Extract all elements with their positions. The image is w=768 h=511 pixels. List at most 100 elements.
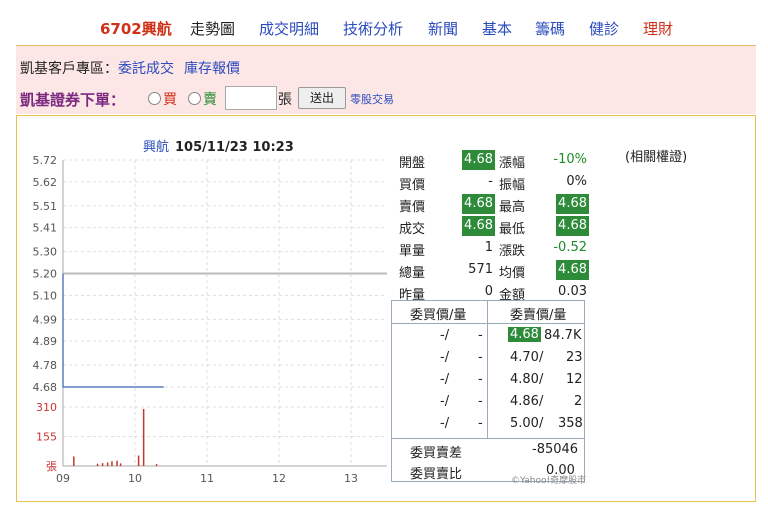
ratio-label: 委買賣比: [410, 467, 463, 482]
ask-header: 委賣價/量: [510, 308, 567, 323]
chg-pct-value: -10%: [553, 152, 587, 167]
change-value: -0.52: [553, 240, 587, 255]
bid-header: 委買價/量: [410, 308, 467, 323]
bid-vol-2: -: [478, 350, 483, 365]
oddlot-link[interactable]: 零股交易: [350, 91, 394, 107]
ask-vol-1: 84.7K: [544, 328, 582, 343]
ask-price-1: 4.68: [508, 327, 541, 342]
price-tick-label: 5.62: [33, 176, 58, 189]
low-value: 4.68: [556, 216, 589, 236]
time-tick-label: 13: [344, 472, 358, 485]
bid-label: 買價: [399, 178, 426, 193]
intraday-chart: 5.72 5.62 5.51 5.41 5.30 5.20 5.10 4.99 4.89 4.78…: [33, 154, 387, 485]
stock-title[interactable]: 6702興航: [100, 18, 172, 39]
amount-value: 0.03: [558, 284, 587, 299]
price-tick-label: 4.99: [33, 313, 58, 326]
bid-price-2: -/: [440, 350, 450, 365]
price-tick-label: 5.10: [33, 289, 58, 302]
time-tick-label: 09: [56, 472, 70, 485]
buy-radio[interactable]: [148, 92, 161, 105]
order-title: 凱基證券下單：: [20, 91, 126, 109]
bid-vol-3: -: [478, 372, 483, 387]
nav-news[interactable]: 新聞: [428, 18, 458, 39]
nav-trades[interactable]: 成交明細: [259, 18, 319, 39]
price-line: [62, 273, 164, 388]
ask-price-4: 4.86/: [510, 394, 544, 409]
tickvol-label: 單量: [399, 244, 426, 259]
last-value: 4.68: [462, 216, 495, 236]
chart-header: 興航 105/11/23 10:23: [143, 136, 294, 155]
bid-price-1: -/: [440, 328, 450, 343]
orders-link[interactable]: 委託成交: [118, 61, 174, 77]
price-tick-label: 5.72: [33, 154, 58, 167]
inventory-link[interactable]: 庫存報價: [184, 61, 240, 77]
volume-value: 571: [468, 262, 493, 277]
ask-vol-5: 358: [558, 416, 583, 431]
time-tick-label: 10: [128, 472, 142, 485]
book-footer-divider: [392, 438, 584, 439]
breadcrumb: 凱基客戶專區：委託成交 庫存報價: [20, 58, 240, 78]
breadcrumb-prefix: 凱基客戶專區：: [20, 61, 118, 77]
order-book: 委買價/量 委賣價/量 -/ - 4.68 84.7K -/ - 4.70/ 2…: [391, 300, 585, 482]
last-label: 成交: [399, 222, 426, 237]
open-value: 4.68: [462, 150, 495, 170]
amp-label: 振幅: [499, 178, 526, 193]
tickvol-value: 1: [484, 240, 493, 255]
price-tick-label: 4.68: [33, 381, 58, 394]
chart-datetime: 105/11/23 10:23: [175, 140, 294, 155]
bid-price-5: -/: [440, 416, 450, 431]
nav-trend[interactable]: 走勢圖: [190, 18, 235, 39]
nav-checkup[interactable]: 健診: [589, 18, 619, 39]
send-button[interactable]: 送出: [298, 87, 346, 109]
chart-stock-name[interactable]: 興航: [143, 140, 169, 155]
amp-value: 0%: [566, 174, 587, 189]
volume-label: 總量: [399, 266, 426, 281]
ask-price-5: 5.00/: [510, 416, 544, 431]
ask-price-3: 4.80/: [510, 372, 544, 387]
price-tick-label: 5.41: [33, 222, 58, 235]
sell-label[interactable]: 賣: [203, 89, 217, 109]
related-warrants-link[interactable]: (相關權證): [625, 146, 687, 165]
bid-price-3: -/: [440, 372, 450, 387]
chg-pct-label: 漲幅: [499, 156, 526, 171]
book-column-divider: [487, 301, 488, 438]
avg-label: 均價: [499, 266, 526, 281]
low-label: 最低: [499, 222, 526, 237]
ask-label: 賣價: [399, 200, 426, 215]
ask-value: 4.68: [462, 194, 495, 214]
price-tick-label: 5.20: [33, 268, 58, 281]
ask-vol-4: 2: [574, 394, 583, 409]
bid-vol-1: -: [478, 328, 483, 343]
time-tick-label: 11: [200, 472, 214, 485]
nav-finance[interactable]: 理財: [643, 18, 673, 39]
high-value: 4.68: [556, 194, 589, 214]
bid-value: -: [488, 174, 493, 189]
volume-tick-label: 155: [36, 431, 57, 444]
price-tick-label: 4.78: [33, 359, 58, 372]
open-label: 開盤: [399, 156, 426, 171]
nav-chips[interactable]: 籌碼: [535, 18, 565, 39]
bid-vol-5: -: [478, 416, 483, 431]
copyright: ©Yahoo!奇摩股市: [511, 476, 587, 486]
sell-radio[interactable]: [188, 92, 201, 105]
top-nav: 6702興航 走勢圖 成交明細 技術分析 新聞 基本 籌碼 健診 理財: [0, 0, 768, 44]
nav-basic[interactable]: 基本: [482, 18, 512, 39]
bid-price-4: -/: [440, 394, 450, 409]
volume-tick-label: 310: [36, 401, 57, 414]
nav-technical[interactable]: 技術分析: [343, 18, 403, 39]
unit-label: 張: [278, 92, 292, 108]
quote-panel: 5.72 5.62 5.51 5.41 5.30 5.20 5.10 4.99 4.89 4.78…: [16, 115, 756, 502]
price-tick-label: 5.30: [33, 246, 58, 259]
quantity-input[interactable]: [225, 86, 277, 110]
buy-label[interactable]: 買: [163, 89, 177, 109]
price-tick-label: 4.89: [33, 335, 58, 348]
avg-value: 4.68: [556, 260, 589, 280]
price-tick-label: 5.51: [33, 200, 58, 213]
high-label: 最高: [499, 200, 526, 215]
ask-price-2: 4.70/: [510, 350, 544, 365]
ask-vol-2: 23: [566, 350, 583, 365]
diff-value: -85046: [532, 442, 579, 457]
prevvol-value: 0: [484, 284, 493, 299]
ask-vol-3: 12: [566, 372, 583, 387]
book-header-divider: [392, 323, 584, 324]
